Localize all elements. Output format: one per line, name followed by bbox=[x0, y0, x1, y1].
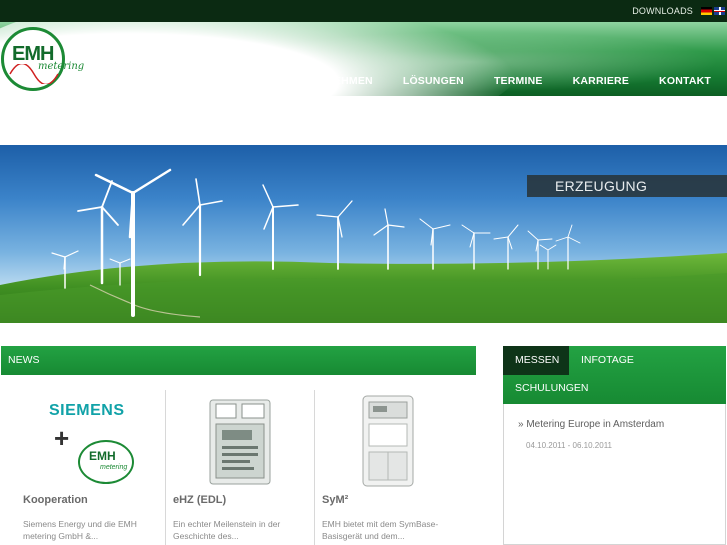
tab-schulungen[interactable]: SCHULUNGEN bbox=[515, 382, 589, 394]
siemens-logo: SIEMENS bbox=[49, 402, 125, 419]
banner-label: ERZEUGUNG bbox=[527, 175, 727, 197]
news-card-title[interactable]: eHZ (EDL) bbox=[173, 494, 226, 506]
hero-banner: ERZEUGUNG bbox=[0, 145, 727, 323]
news-card-text: Ein echter Meilenstein in der Geschichte… bbox=[173, 519, 281, 541]
emh-mini-logo: EMH metering bbox=[78, 440, 134, 484]
nav-kontakt[interactable]: KONTAKT bbox=[659, 75, 711, 87]
news-card-kooperation[interactable]: SIEMENS + EMH metering Kooperation Sieme… bbox=[16, 390, 166, 545]
header: EMH metering UNTERNEHMEN LÖSUNGEN TERMIN… bbox=[0, 22, 727, 96]
emh-logo[interactable]: EMH metering bbox=[1, 27, 84, 91]
news-header: NEWS bbox=[1, 346, 476, 375]
german-flag-icon[interactable] bbox=[701, 7, 712, 15]
main-nav: UNTERNEHMEN LÖSUNGEN TERMINE KARRIERE KO… bbox=[259, 75, 711, 87]
top-bar: DOWNLOADS bbox=[0, 0, 727, 22]
logo-subtitle: metering bbox=[38, 61, 85, 72]
event-date: 04.10.2011 - 06.10.2011 bbox=[526, 441, 612, 450]
downloads-link[interactable]: DOWNLOADS bbox=[632, 6, 693, 16]
events-tab-panel: MESSEN INFOTAGE SCHULUNGEN bbox=[503, 346, 726, 404]
news-card-title[interactable]: SyM² bbox=[322, 494, 348, 506]
nav-termine[interactable]: TERMINE bbox=[494, 75, 543, 87]
news-card-text: EMH bietet mit dem SymBase-Basisgerät un… bbox=[322, 519, 439, 541]
news-card-title[interactable]: Kooperation bbox=[23, 494, 88, 506]
sym2-meter-image bbox=[362, 395, 414, 487]
wind-farm-image bbox=[0, 168, 727, 323]
plus-icon: + bbox=[54, 423, 70, 453]
tab-infotage[interactable]: INFOTAGE bbox=[581, 354, 634, 366]
mini-logo-text: EMH bbox=[89, 449, 116, 463]
english-flag-icon[interactable] bbox=[714, 7, 725, 15]
nav-karriere[interactable]: KARRIERE bbox=[573, 75, 629, 87]
news-card-text: Siemens Energy und die EMH metering GmbH… bbox=[23, 519, 137, 541]
mini-logo-subtitle: metering bbox=[100, 464, 128, 471]
news-card-ehz[interactable]: eHZ (EDL) Ein echter Meilenstein in der … bbox=[166, 390, 315, 545]
nav-unternehmen[interactable]: UNTERNEHMEN bbox=[289, 75, 373, 87]
news-card-sym2[interactable]: SyM² EMH bietet mit dem SymBase-Basisger… bbox=[315, 390, 465, 545]
event-link[interactable]: » Metering Europe in Amsterdam bbox=[518, 419, 664, 430]
event-list: » Metering Europe in Amsterdam 04.10.201… bbox=[503, 404, 726, 545]
tab-messen[interactable]: MESSEN bbox=[503, 346, 569, 375]
nav-loesungen[interactable]: LÖSUNGEN bbox=[403, 75, 464, 87]
ehz-meter-image bbox=[209, 399, 271, 485]
